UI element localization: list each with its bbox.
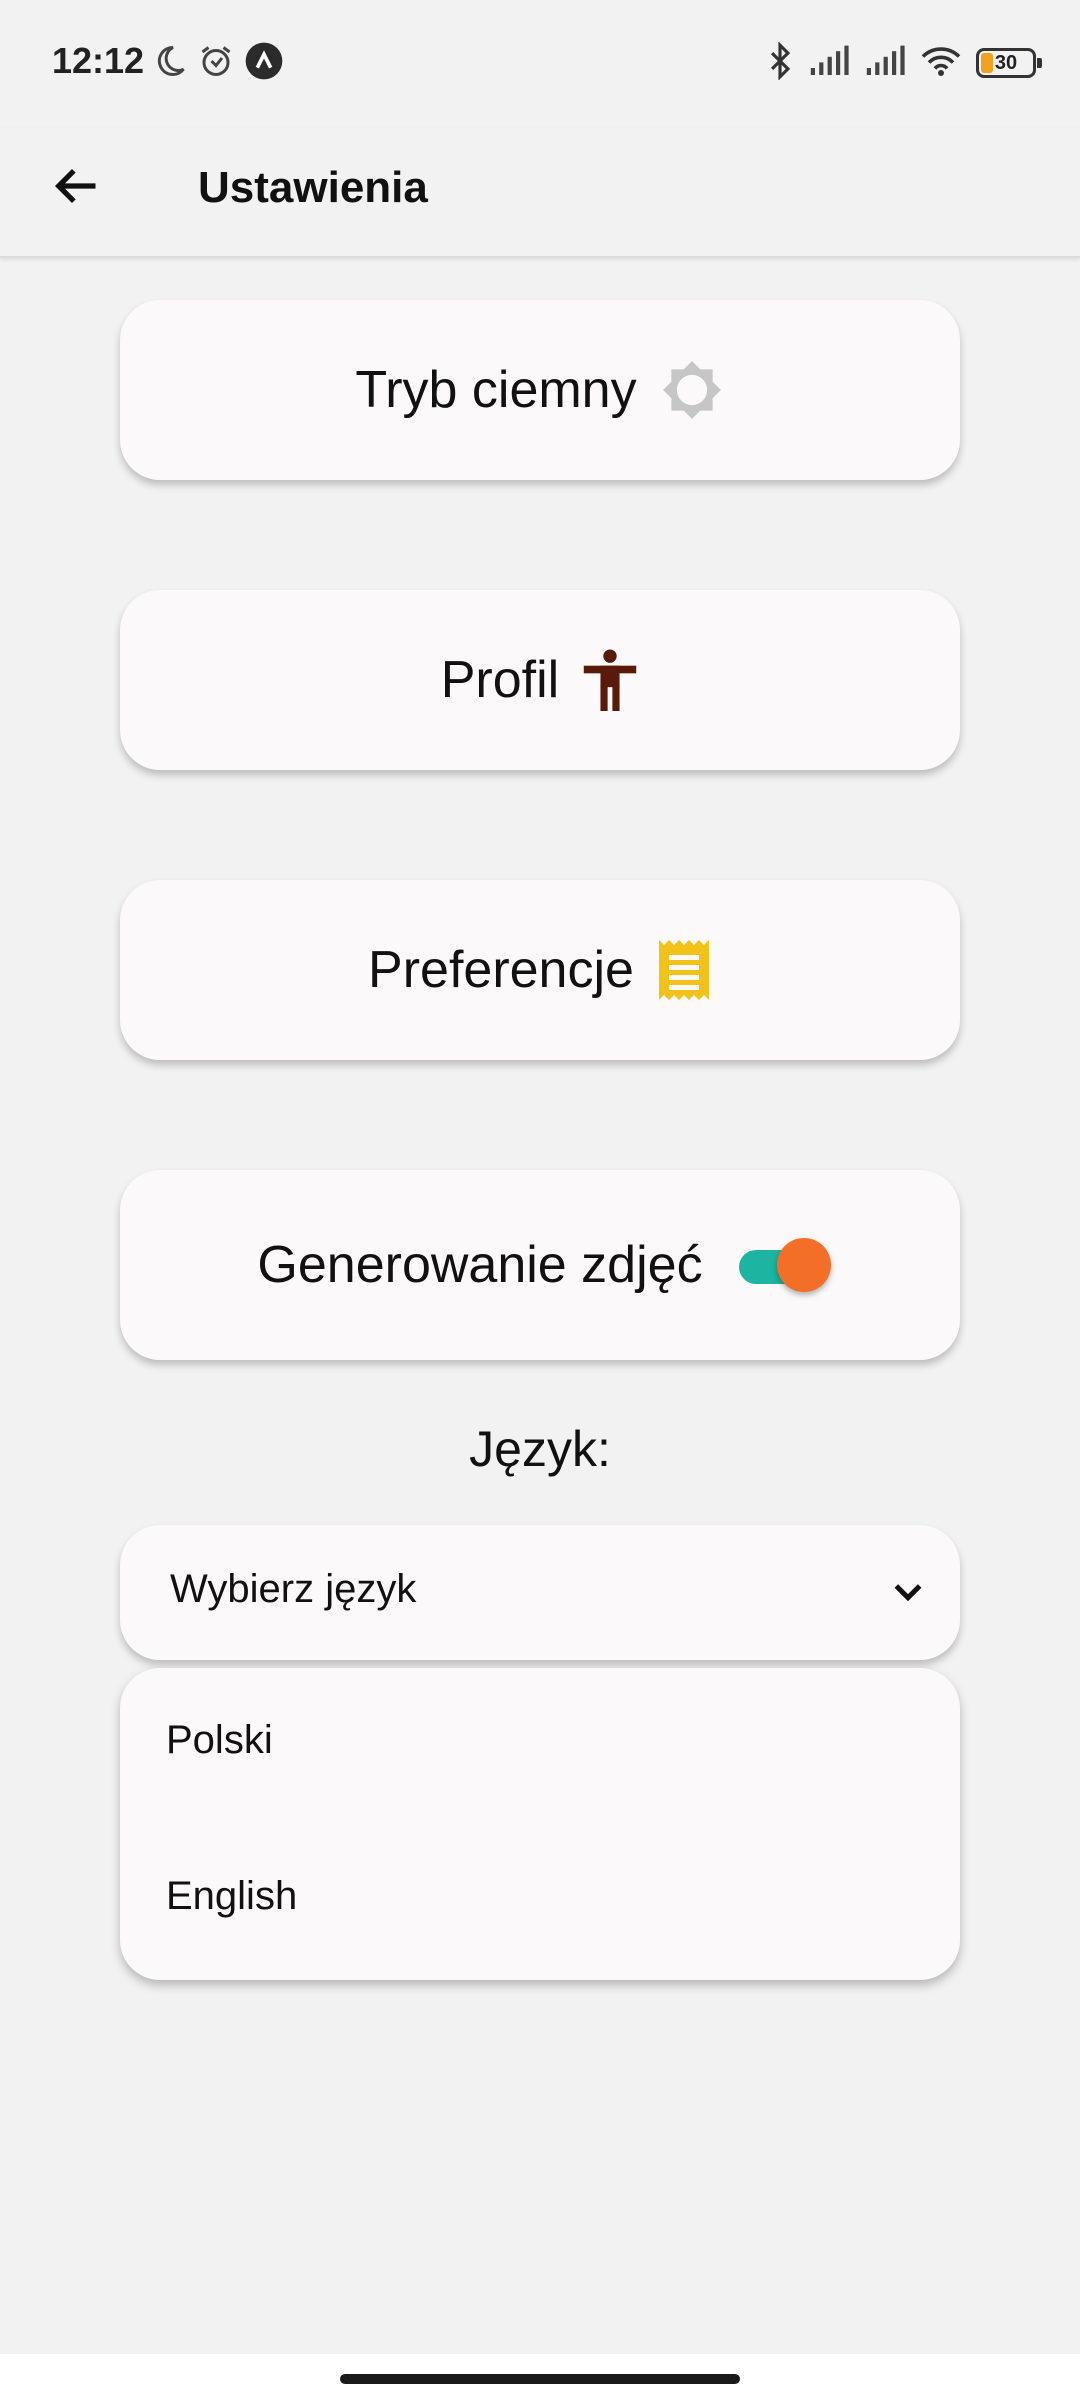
- signal-icon: [864, 45, 906, 82]
- battery-level: 30: [994, 51, 1018, 74]
- chevron-down-icon: [888, 1571, 928, 1616]
- accessibility-icon: [581, 649, 639, 711]
- preferences-label: Preferencje: [368, 941, 634, 999]
- signal-icon: [808, 45, 850, 82]
- dark-mode-button[interactable]: Tryb ciemny: [120, 300, 960, 480]
- language-label: Język:: [469, 1421, 611, 1477]
- battery-icon: 30: [976, 48, 1042, 78]
- image-generation-label: Generowanie zdjęć: [257, 1236, 703, 1294]
- alarm-icon: [198, 43, 234, 84]
- language-option-english[interactable]: English: [166, 1874, 297, 1919]
- wifi-icon: [920, 44, 962, 83]
- image-generation-row: Generowanie zdjęć: [120, 1170, 960, 1360]
- toggle-thumb: [776, 1238, 831, 1292]
- profile-button[interactable]: Profil: [120, 590, 960, 770]
- navigation-bar: [0, 2354, 1080, 2400]
- status-right-icons: 30: [766, 40, 1042, 86]
- language-select[interactable]: Wybierz język: [120, 1525, 960, 1660]
- receipt-icon: [656, 940, 712, 1000]
- language-select-placeholder: Wybierz język: [170, 1567, 417, 1611]
- arrow-back-icon: [54, 168, 96, 204]
- dark-mode-label: Tryb ciemny: [355, 361, 637, 419]
- app-bar: Ustawienia: [0, 128, 1080, 258]
- brightness-icon: [659, 357, 725, 423]
- image-generation-toggle[interactable]: [738, 1238, 831, 1292]
- status-bar: 12:12 30: [0, 0, 1080, 128]
- status-left-icons: [152, 40, 284, 86]
- bluetooth-icon: [766, 40, 794, 85]
- app-notification-icon: [244, 41, 284, 86]
- language-option-polski[interactable]: Polski: [166, 1718, 273, 1763]
- back-button[interactable]: [44, 154, 108, 218]
- status-time: 12:12: [52, 40, 145, 81]
- profile-label: Profil: [440, 651, 560, 709]
- preferences-button[interactable]: Preferencje: [120, 880, 960, 1060]
- home-indicator[interactable]: [340, 2374, 740, 2384]
- language-dropdown-menu: Polski English: [120, 1668, 960, 1980]
- moon-icon: [152, 43, 188, 84]
- page-title: Ustawienia: [198, 163, 428, 212]
